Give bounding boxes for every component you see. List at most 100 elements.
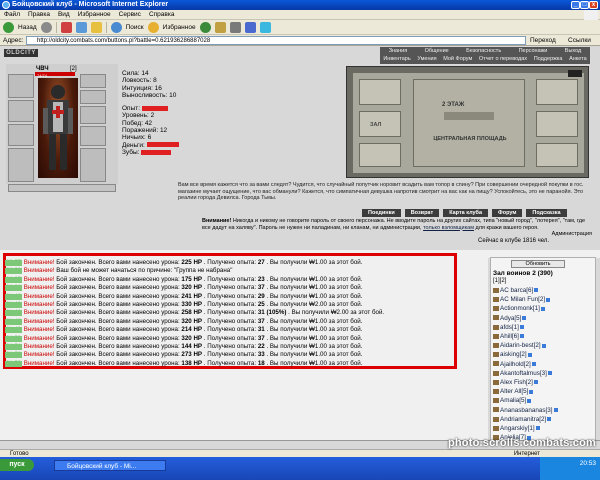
menu-view[interactable]: Вид (58, 10, 70, 19)
address-input[interactable]: http://oldcity.combats.com/buttons.pl?ba… (26, 36, 526, 45)
hint-button[interactable]: Подсказка (526, 209, 567, 217)
roster-user-name[interactable]: Alex Fish[2] (500, 379, 533, 386)
start-button[interactable]: пуск (0, 459, 34, 471)
menu-help[interactable]: Справка (149, 10, 175, 19)
chat-timestamp[interactable]: 21:46 (5, 310, 23, 317)
map-central-square[interactable]: 2 ЭТАЖ ЦЕНТРАЛЬНАЯ ПЛОЩАДЬ (413, 79, 525, 167)
nav-chat[interactable]: Общение (425, 48, 449, 55)
roster-user[interactable]: AC Milan Fun[2] (493, 296, 551, 303)
roster-user[interactable]: Akantoftalmus[3] (493, 370, 552, 377)
nav-profile[interactable]: Анкета (569, 56, 587, 63)
info-icon[interactable] (533, 380, 538, 385)
roster-user[interactable]: Aidarin-best[2] (493, 342, 546, 349)
roster-user[interactable]: Ajailhold[2] (493, 361, 536, 368)
character-portrait[interactable] (38, 78, 78, 178)
roster-user-name[interactable]: Angarskiy[1] (500, 425, 535, 432)
chat-timestamp[interactable]: 21:36 (5, 285, 23, 292)
roster-user[interactable]: Andriamanitra[2] (493, 416, 552, 423)
search-icon[interactable] (110, 21, 122, 33)
go-button[interactable]: Переход (530, 36, 556, 45)
favorites-star-icon[interactable] (147, 21, 159, 33)
info-icon[interactable] (535, 426, 540, 431)
duels-button[interactable]: Поединки (362, 209, 401, 217)
roster-user[interactable]: Actionmonk[1] (493, 305, 545, 312)
forward-arrow-icon[interactable] (40, 21, 52, 33)
roster-user-name[interactable]: Ahill[6] (500, 333, 519, 340)
info-icon[interactable] (546, 297, 551, 302)
armor-slot[interactable] (8, 148, 34, 182)
map-room[interactable] (359, 143, 401, 167)
chat-timestamp[interactable]: 21:40 (5, 293, 23, 300)
close-button[interactable]: x (589, 1, 598, 9)
roster-user-name[interactable]: aisking[2] (500, 351, 527, 358)
roster-user-name[interactable]: Aidarin-best[2] (500, 342, 541, 349)
info-icon[interactable] (547, 417, 552, 422)
forum-button[interactable]: Форум (492, 209, 523, 217)
roster-user[interactable]: Adya[5] (493, 315, 527, 322)
roster-user-name[interactable]: Adya[5] (500, 315, 521, 322)
roster-user[interactable]: Alex Fish[2] (493, 379, 538, 386)
map-room[interactable] (536, 143, 578, 167)
roster-pages[interactable]: [1][2] (493, 278, 506, 284)
info-icon[interactable] (531, 361, 536, 366)
map-room-hall[interactable]: ЗАЛ (359, 111, 401, 137)
roster-user[interactable]: aisking[2] (493, 351, 532, 358)
menu-favorites[interactable]: Избранное (78, 10, 111, 19)
helmet-slot[interactable] (8, 74, 34, 98)
edit-icon[interactable] (244, 21, 256, 33)
chat-timestamp[interactable]: 21:49 (5, 327, 23, 334)
nav-inventory[interactable]: Инвентарь (383, 56, 410, 63)
nav-transfers[interactable]: Отчет о переводах (479, 56, 527, 63)
menu-file[interactable]: Файл (4, 10, 20, 19)
minimize-button[interactable]: _ (571, 1, 580, 9)
info-icon[interactable] (519, 334, 524, 339)
chat-timestamp[interactable]: 21:50 (5, 335, 23, 342)
chat-timestamp[interactable]: 20:57 (5, 260, 23, 266)
roster-user[interactable]: afds[1] (493, 324, 524, 331)
chat-timestamp[interactable]: 21:52 (5, 352, 23, 359)
bracers-slot[interactable] (8, 124, 34, 146)
roster-user-name[interactable]: Actionmonk[1] (500, 305, 540, 312)
info-icon[interactable] (547, 371, 552, 376)
roster-user-name[interactable]: Alter All[5] (500, 388, 528, 395)
chat-timestamp[interactable]: 21:35 (5, 276, 23, 283)
back-button-label[interactable]: Назад (18, 24, 37, 31)
weapon-slot[interactable] (8, 100, 34, 122)
chat-timestamp[interactable]: 21:32 (5, 268, 23, 275)
info-icon[interactable] (527, 398, 532, 403)
roster-user-name[interactable]: Akantoftalmus[3] (500, 370, 547, 377)
site-logo[interactable]: OLDCITY (4, 49, 38, 57)
chat-timestamp[interactable]: 21:43 (5, 302, 23, 308)
refresh-button[interactable]: Обновить (511, 260, 565, 268)
info-icon[interactable] (540, 306, 545, 311)
mail-icon[interactable] (214, 21, 226, 33)
roster-user[interactable]: Amalia[5] (493, 397, 532, 404)
roster-user-name[interactable]: AC Milan Fun[2] (500, 296, 545, 303)
info-icon[interactable] (527, 352, 532, 357)
nav-skills[interactable]: Умения (417, 56, 436, 63)
chat-timestamp[interactable]: 21:53 (5, 360, 23, 367)
roster-user[interactable]: Alter All[5] (493, 388, 534, 395)
roster-user[interactable]: Ananasbananas[3] (493, 407, 558, 414)
boots-slot[interactable] (80, 148, 106, 182)
roster-user-name[interactable]: AC barca[6] (500, 287, 533, 294)
roster-user-name[interactable]: Amalia[5] (500, 397, 526, 404)
maximize-button[interactable]: □ (580, 1, 589, 9)
roster-user[interactable]: AC barca[6] (493, 287, 539, 294)
menu-edit[interactable]: Правка (28, 10, 50, 19)
roster-user-name[interactable]: Ananasbananas[3] (500, 407, 553, 414)
nav-exit[interactable]: Выход (565, 48, 581, 55)
info-icon[interactable] (522, 315, 527, 320)
warning-link[interactable]: только взломщикам (423, 225, 474, 231)
history-icon[interactable] (199, 21, 211, 33)
links-button[interactable]: Ссылки (568, 36, 591, 45)
club-map-button[interactable]: Карта клуба (443, 209, 489, 217)
search-button-label[interactable]: Поиск (126, 24, 144, 31)
nav-security[interactable]: Безопасность (466, 48, 501, 55)
return-button[interactable]: Возврат (404, 209, 440, 217)
roster-user-name[interactable]: afds[1] (500, 324, 519, 331)
necklace-slot[interactable] (80, 90, 106, 104)
print-icon[interactable] (229, 21, 241, 33)
roster-user[interactable]: Ahill[6] (493, 333, 524, 340)
belt-slots[interactable] (8, 184, 116, 192)
